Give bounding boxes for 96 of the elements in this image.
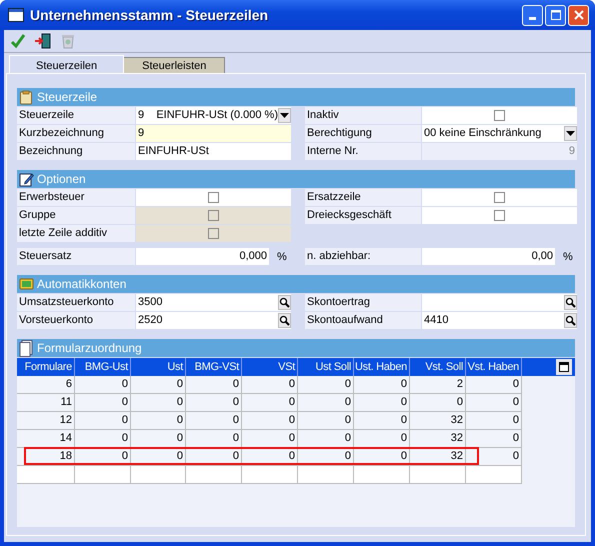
unit-label: %: [563, 250, 574, 262]
field-label: Dreiecksgeschäft: [305, 207, 421, 224]
table-cell: 0: [186, 430, 242, 448]
table-cell: 0: [131, 412, 186, 430]
exit-door-icon[interactable]: [34, 33, 52, 49]
field-label: Bezeichnung: [17, 143, 135, 160]
maximize-icon: [550, 9, 562, 21]
field-label: letzte Zeile additiv: [17, 225, 135, 242]
table-cell: 32: [410, 430, 466, 448]
search-icon[interactable]: [278, 295, 291, 310]
table-cell: 14: [17, 430, 75, 448]
readonly-field: 9: [422, 143, 577, 160]
table-cell: 0: [186, 394, 242, 412]
text-field[interactable]: 9: [136, 125, 291, 142]
table-cell: 0: [75, 412, 131, 430]
table-cell: 0: [466, 376, 522, 394]
table-cell: 32: [410, 412, 466, 430]
field-label: Steuersatz: [17, 248, 135, 265]
dropdown[interactable]: 9 EINFUHR-USt (0.000 %): [136, 107, 291, 124]
section-title: Formularzuordnung: [37, 341, 142, 355]
field-label: Inaktiv: [305, 107, 421, 124]
table-cell: 0: [75, 430, 131, 448]
table-cell: 0: [298, 412, 354, 430]
checkbox[interactable]: [494, 110, 505, 121]
unit-label: %: [277, 250, 288, 262]
table-cell: 0: [466, 430, 522, 448]
table-cell: 0: [186, 412, 242, 430]
table-cell: 0: [298, 376, 354, 394]
field-label: Interne Nr.: [305, 143, 421, 160]
tab[interactable]: Steuerleisten: [123, 57, 226, 73]
table-cell: 0: [466, 448, 522, 466]
table-cell: 0: [298, 394, 354, 412]
maximize-button[interactable]: [545, 4, 566, 26]
table-cell: 0: [410, 394, 466, 412]
minimize-button[interactable]: [522, 4, 543, 26]
table-cell: 0: [75, 376, 131, 394]
table-cell: 0: [242, 412, 298, 430]
lookup-field[interactable]: 4410: [422, 312, 577, 329]
number-field[interactable]: 0,000: [136, 248, 269, 265]
lookup-field[interactable]: 3500: [136, 294, 291, 311]
search-icon[interactable]: [564, 295, 577, 310]
table-cell: 0: [354, 430, 410, 448]
field-label: Gruppe: [17, 207, 135, 224]
field-label: Umsatzsteuerkonto: [17, 294, 135, 311]
table-cell: 0: [131, 430, 186, 448]
table-cell: 0: [242, 430, 298, 448]
table-cell: 0: [131, 394, 186, 412]
table-cell: 6: [17, 376, 75, 394]
field-label: Steuerzeile: [17, 107, 135, 124]
text-field[interactable]: EINFUHR-USt: [136, 143, 291, 160]
table-cell: 12: [17, 412, 75, 430]
table-cell: 0: [131, 376, 186, 394]
tab[interactable]: Steuerzeilen: [9, 55, 124, 73]
number-field[interactable]: 0,00: [422, 248, 555, 265]
field-label: Berechtigung: [305, 125, 421, 142]
table-cell: 0: [298, 430, 354, 448]
field-label: Ersatzzeile: [305, 189, 421, 206]
monitor-icon: [19, 276, 34, 292]
table-cell: 0: [186, 376, 242, 394]
window-title: Unternehmensstamm - Steuerzeilen: [30, 7, 270, 23]
table-cell: 0: [466, 394, 522, 412]
table-cell: 2: [410, 376, 466, 394]
table-cell: 0: [242, 394, 298, 412]
window-icon: [8, 8, 24, 22]
minimize-icon: [529, 16, 536, 20]
checkbox[interactable]: [494, 210, 505, 221]
section-title: Optionen: [37, 172, 86, 186]
lookup-field[interactable]: [422, 294, 577, 311]
document-icon: [19, 340, 34, 356]
close-icon: [572, 9, 584, 21]
table-cell: 0: [354, 376, 410, 394]
field-label: Kurzbezeichnung: [17, 125, 135, 142]
field-label: Vorsteuerkonto: [17, 312, 135, 329]
table-cell: 0: [75, 394, 131, 412]
close-button[interactable]: [568, 4, 589, 26]
table-cell: 0: [354, 394, 410, 412]
section-title: Automatikkonten: [37, 277, 126, 291]
field-label: Skontoertrag: [305, 294, 421, 311]
lookup-field[interactable]: 2520: [136, 312, 291, 329]
table-cell: 0: [354, 412, 410, 430]
notepad-pencil-icon: [19, 172, 34, 186]
column-chooser-button[interactable]: [556, 359, 572, 375]
dropdown[interactable]: 00 keine Einschränkung: [422, 125, 577, 142]
clipboard-icon: [19, 90, 34, 104]
table-cell: 0: [466, 412, 522, 430]
checkmark-icon[interactable]: [10, 33, 26, 49]
field-label: n. abziehbar:: [305, 248, 421, 265]
field-label: Erwerbsteuer: [17, 189, 135, 206]
search-icon[interactable]: [278, 313, 291, 328]
search-icon[interactable]: [564, 313, 577, 328]
checkbox[interactable]: [494, 192, 505, 203]
checkbox[interactable]: [208, 192, 219, 203]
table-cell: 11: [17, 394, 75, 412]
table-cell: 0: [242, 376, 298, 394]
section-title: Steuerzeile: [37, 90, 98, 104]
field-label: Skontoaufwand: [305, 312, 421, 329]
